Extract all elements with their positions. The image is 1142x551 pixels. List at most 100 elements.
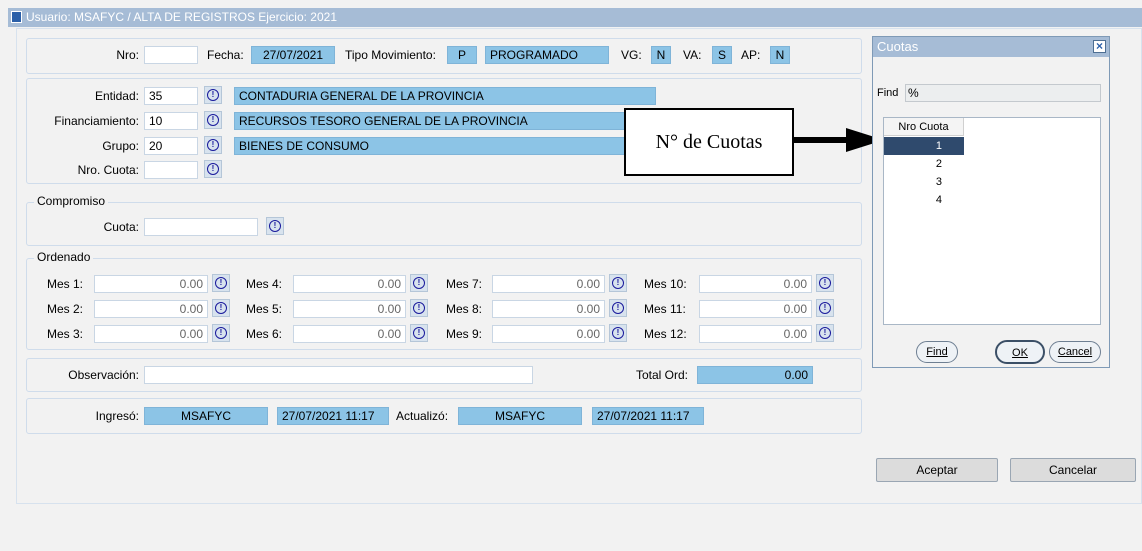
find-button-label: Find	[926, 346, 948, 358]
cancel-button[interactable]: Cancel	[1049, 341, 1101, 363]
compromiso-title: Compromiso	[34, 192, 109, 210]
fecha-field[interactable]: 27/07/2021	[251, 46, 335, 64]
grupo-lov-button[interactable]: !	[204, 136, 222, 154]
observacion-field[interactable]	[144, 366, 533, 384]
mes-3-label: Mes 3:	[47, 327, 84, 341]
tipo-movimiento-label: Tipo Movimiento:	[345, 48, 436, 62]
mes-10-field[interactable]: 0.00	[699, 275, 812, 293]
actualizo-date-field: 27/07/2021 11:17	[592, 407, 704, 425]
mes-11-lov-button[interactable]: !	[816, 299, 834, 317]
compromiso-cuota-lov-button[interactable]: !	[266, 217, 284, 235]
cuota-row[interactable]: 4	[884, 191, 964, 209]
nro-cuota-lov-button[interactable]: !	[204, 160, 222, 178]
mes-5-lov-button[interactable]: !	[410, 299, 428, 317]
ingreso-user-field: MSAFYC	[144, 407, 268, 425]
cuotas-dialog: Cuotas × Find % Nro Cuota 1234 Find OK C…	[872, 36, 1110, 368]
compromiso-cuota-field[interactable]	[144, 218, 258, 236]
dialog-close-button[interactable]: ×	[1093, 40, 1106, 53]
mes-6-field[interactable]: 0.00	[293, 325, 406, 343]
aceptar-button[interactable]: Aceptar	[876, 458, 998, 482]
financiamiento-code-field[interactable]: 10	[144, 112, 198, 130]
cancelar-button[interactable]: Cancelar	[1010, 458, 1136, 482]
lov-icon: !	[207, 163, 219, 175]
mes-4-lov-button[interactable]: !	[410, 274, 428, 292]
entidad-lov-button[interactable]: !	[204, 86, 222, 104]
va-label: VA:	[683, 48, 702, 62]
lov-icon: !	[612, 302, 624, 314]
mes-8-lov-button[interactable]: !	[609, 299, 627, 317]
mes-9-lov-button[interactable]: !	[609, 324, 627, 342]
cuota-rows: 1234	[884, 137, 964, 217]
arrow-shape	[794, 128, 884, 152]
mes-9-field[interactable]: 0.00	[492, 325, 605, 343]
find-input[interactable]: %	[905, 84, 1101, 102]
title-text: Usuario: MSAFYC / ALTA DE REGISTROS Ejer…	[26, 10, 337, 24]
mes-12-field[interactable]: 0.00	[699, 325, 812, 343]
cuota-row[interactable]: 2	[884, 155, 964, 173]
nro-cuota-label: Nro. Cuota:	[77, 163, 139, 177]
mes-7-field[interactable]: 0.00	[492, 275, 605, 293]
entidad-code-field[interactable]: 35	[144, 87, 198, 105]
lov-icon: !	[819, 327, 831, 339]
va-field[interactable]: S	[712, 46, 732, 64]
mes-1-lov-button[interactable]: !	[212, 274, 230, 292]
entidad-label: Entidad:	[94, 89, 139, 103]
mes-2-label: Mes 2:	[47, 302, 84, 316]
form-icon	[11, 11, 22, 23]
ingreso-label: Ingresó:	[95, 409, 139, 423]
find-label: Find	[877, 87, 899, 99]
mes-5-label: Mes 5:	[246, 302, 283, 316]
find-button[interactable]: Find	[916, 341, 958, 363]
column-header[interactable]: Nro Cuota	[884, 118, 964, 136]
lov-icon: !	[215, 277, 227, 289]
vg-label: VG:	[621, 48, 642, 62]
mes-1-label: Mes 1:	[47, 277, 84, 291]
nro-cuota-field[interactable]	[144, 161, 198, 179]
tipo-desc-field[interactable]: PROGRAMADO	[485, 46, 609, 64]
mes-8-field[interactable]: 0.00	[492, 300, 605, 318]
nro-field[interactable]	[144, 46, 198, 64]
nro-label: Nro:	[116, 48, 139, 62]
entidad-desc-field[interactable]: CONTADURIA GENERAL DE LA PROVINCIA	[234, 87, 656, 105]
ordenado-title: Ordenado	[34, 248, 94, 266]
grupo-code-field[interactable]: 20	[144, 137, 198, 155]
cuota-row[interactable]: 1	[884, 137, 964, 155]
ingreso-date-field: 27/07/2021 11:17	[277, 407, 389, 425]
mes-10-lov-button[interactable]: !	[816, 274, 834, 292]
mes-11-field[interactable]: 0.00	[699, 300, 812, 318]
mes-1-field[interactable]: 0.00	[94, 275, 208, 293]
lov-icon: !	[207, 139, 219, 151]
financiamiento-lov-button[interactable]: !	[204, 111, 222, 129]
mes-2-field[interactable]: 0.00	[94, 300, 208, 318]
total-ord-field: 0.00	[697, 366, 813, 384]
ok-button[interactable]: OK	[995, 340, 1045, 364]
total-ord-label: Total Ord:	[636, 368, 689, 382]
lov-icon: !	[269, 220, 281, 232]
observacion-label: Observación:	[68, 368, 139, 382]
ap-label: AP:	[741, 48, 761, 62]
mes-3-lov-button[interactable]: !	[212, 324, 230, 342]
mes-3-field[interactable]: 0.00	[94, 325, 208, 343]
mes-5-field[interactable]: 0.00	[293, 300, 406, 318]
vg-field[interactable]: N	[651, 46, 671, 64]
ap-field[interactable]: N	[770, 46, 790, 64]
mes-4-field[interactable]: 0.00	[293, 275, 406, 293]
lov-icon: !	[413, 327, 425, 339]
mes-7-lov-button[interactable]: !	[609, 274, 627, 292]
mes-12-lov-button[interactable]: !	[816, 324, 834, 342]
tipo-code-field[interactable]: P	[447, 46, 477, 64]
lov-icon: !	[207, 114, 219, 126]
lov-icon: !	[413, 277, 425, 289]
mes-2-lov-button[interactable]: !	[212, 299, 230, 317]
ok-button-label: OK	[1012, 347, 1028, 359]
mes-4-label: Mes 4:	[246, 277, 283, 291]
mes-7-label: Mes 7:	[446, 277, 483, 291]
financiamiento-desc-field[interactable]: RECURSOS TESORO GENERAL DE LA PROVINCIA	[234, 112, 628, 130]
mes-6-label: Mes 6:	[246, 327, 283, 341]
cuota-list: Nro Cuota 1234	[883, 117, 1101, 325]
column-header-label: Nro Cuota	[898, 121, 949, 133]
mes-6-lov-button[interactable]: !	[410, 324, 428, 342]
cuota-row[interactable]: 3	[884, 173, 964, 191]
grupo-desc-field[interactable]: BIENES DE CONSUMO	[234, 137, 628, 155]
actualizo-label: Actualizó:	[396, 409, 449, 423]
